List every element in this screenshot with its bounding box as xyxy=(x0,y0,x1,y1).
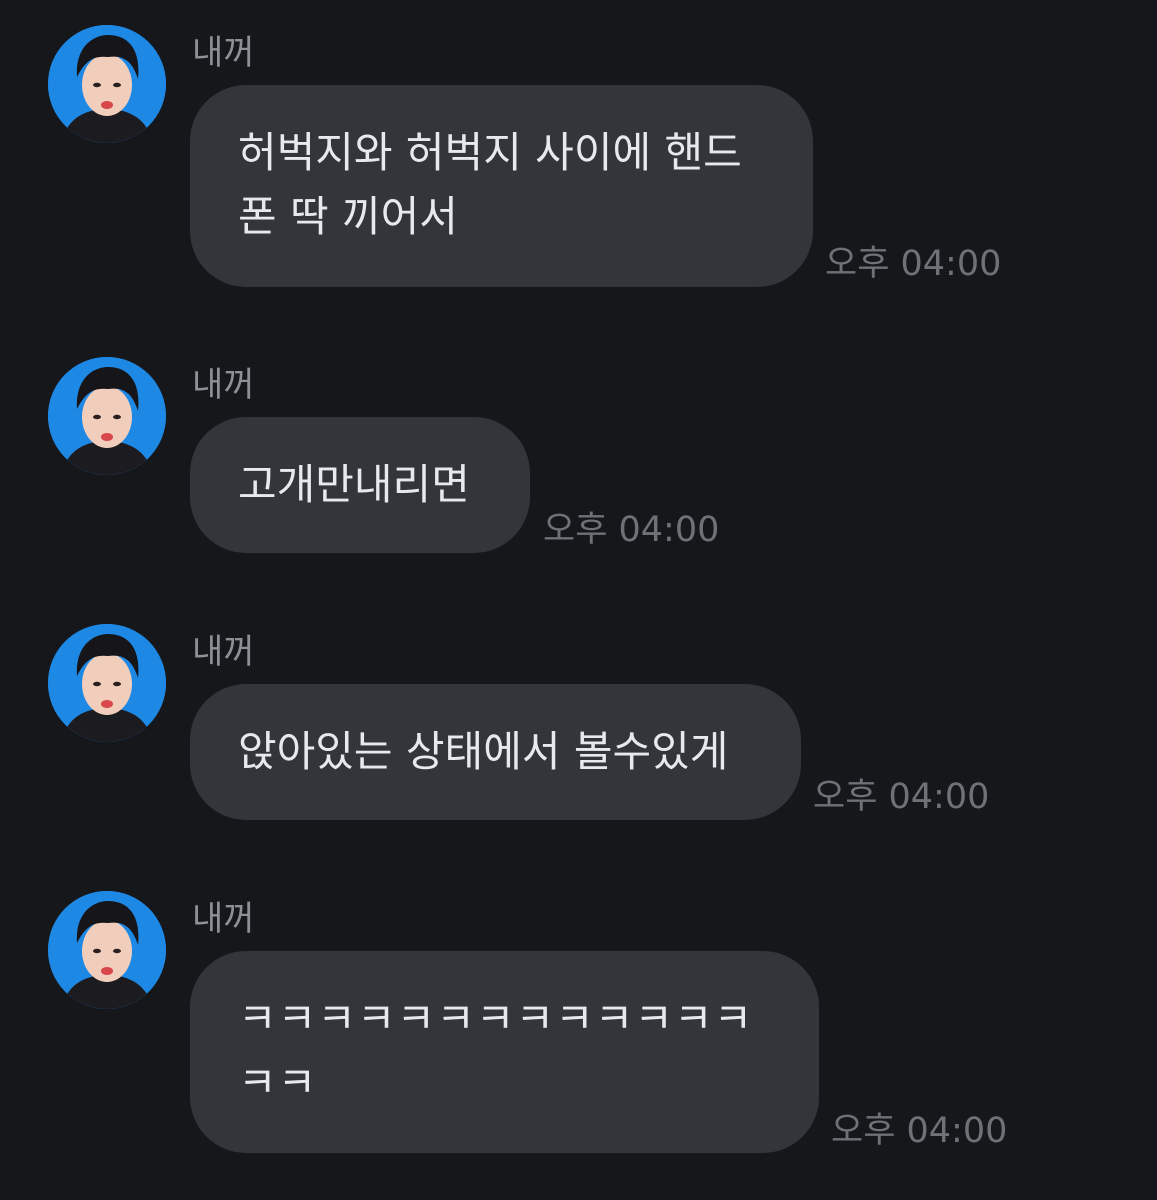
sender-name: 내꺼 xyxy=(192,899,255,939)
message-row: 내꺼 허벅지와 허벅지 사이에 핸드 폰 딱 끼어서 오후 04:00 xyxy=(0,25,1157,287)
sender-name: 내꺼 xyxy=(192,33,255,73)
message-bubble[interactable]: ㅋㅋㅋㅋㅋㅋㅋㅋㅋㅋㅋㅋㅋ ㅋㅋ xyxy=(190,951,819,1153)
avatar[interactable] xyxy=(48,357,166,475)
message-bubble[interactable]: 고개만내리면 xyxy=(190,417,530,553)
message-row: 내꺼 ㅋㅋㅋㅋㅋㅋㅋㅋㅋㅋㅋㅋㅋ ㅋㅋ 오후 04:00 xyxy=(0,891,1157,1156)
message-bubble[interactable]: 허벅지와 허벅지 사이에 핸드 폰 딱 끼어서 xyxy=(190,85,813,287)
message-row: 내꺼 고개만내리면 오후 04:00 xyxy=(0,357,1157,557)
message-time: 오후 04:00 xyxy=(543,510,720,550)
message-row: 내꺼 앉아있는 상태에서 볼수있게 오후 04:00 xyxy=(0,624,1157,824)
avatar[interactable] xyxy=(48,624,166,742)
message-time: 오후 04:00 xyxy=(813,777,990,817)
avatar[interactable] xyxy=(48,25,166,143)
message-bubble[interactable]: 앉아있는 상태에서 볼수있게 xyxy=(190,684,801,820)
sender-name: 내꺼 xyxy=(192,365,255,405)
message-time: 오후 04:00 xyxy=(825,244,1002,284)
avatar[interactable] xyxy=(48,891,166,1009)
sender-name: 내꺼 xyxy=(192,632,255,672)
message-time: 오후 04:00 xyxy=(831,1111,1008,1151)
